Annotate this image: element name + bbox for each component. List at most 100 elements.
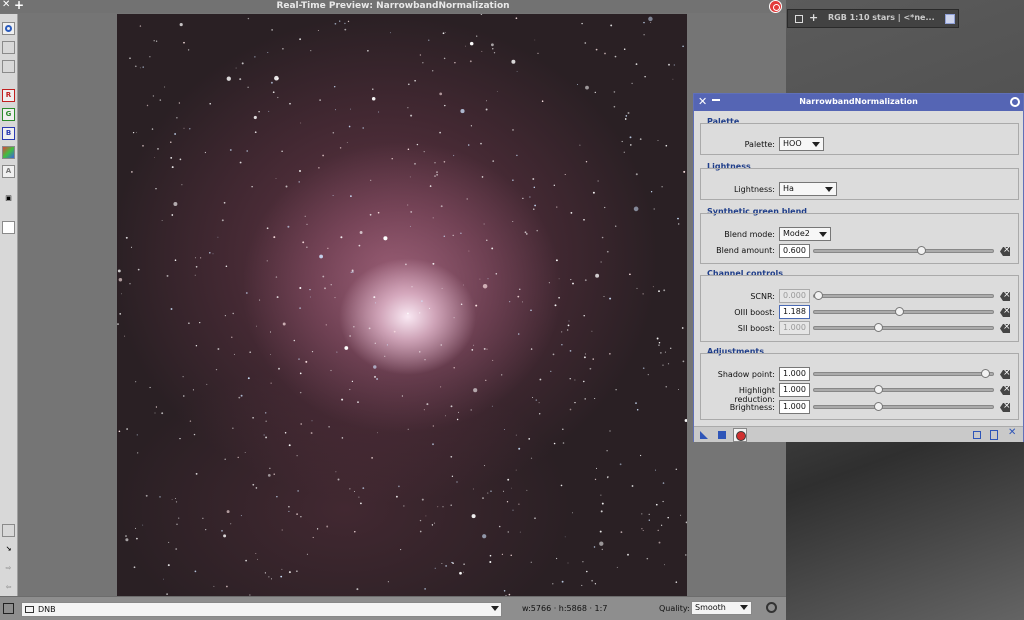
star xyxy=(489,561,492,563)
oiii-boost-field[interactable]: 1.188 xyxy=(779,305,810,319)
preview-title-bar[interactable]: ✕ + Real-Time Preview: NarrowbandNormali… xyxy=(0,0,786,13)
compare-icon[interactable] xyxy=(2,60,15,73)
star xyxy=(429,185,432,187)
browse-documentation-icon[interactable] xyxy=(973,431,981,439)
plus-icon[interactable]: + xyxy=(809,11,818,24)
star xyxy=(585,161,588,163)
star xyxy=(469,41,474,46)
close-window-icon[interactable] xyxy=(769,0,782,13)
oiii-boost-slider[interactable] xyxy=(813,307,994,316)
document-icon[interactable] xyxy=(990,430,998,440)
star xyxy=(432,443,434,446)
blend-amount-slider[interactable] xyxy=(813,246,994,255)
realtime-preview-icon[interactable] xyxy=(733,428,747,442)
star xyxy=(572,282,574,285)
star xyxy=(432,425,434,427)
star xyxy=(375,302,377,304)
star xyxy=(146,104,149,107)
window-icon[interactable] xyxy=(2,221,15,234)
arrow-left-icon[interactable]: ⇦ xyxy=(2,582,15,595)
red-channel-button[interactable]: R xyxy=(2,89,15,102)
zoom-fit-icon[interactable] xyxy=(2,524,15,537)
star xyxy=(252,416,254,419)
star xyxy=(439,131,441,134)
star xyxy=(155,406,157,408)
sii-boost-field[interactable]: 1.000 xyxy=(779,321,810,335)
star xyxy=(142,144,144,147)
star xyxy=(282,47,284,50)
blue-channel-button[interactable]: B xyxy=(2,127,15,140)
star xyxy=(221,219,224,222)
star xyxy=(665,144,668,147)
star xyxy=(548,282,550,284)
reset-all-icon[interactable] xyxy=(1008,427,1017,439)
slider-thumb[interactable] xyxy=(894,307,904,316)
star xyxy=(555,259,558,262)
blend-amount-field[interactable]: 0.600 xyxy=(779,244,810,258)
star xyxy=(306,246,308,248)
blend-mode-value: Mode2 xyxy=(783,229,810,238)
gear-icon[interactable] xyxy=(1010,97,1020,107)
narrowband-normalization-dialog: ✕ NarrowbandNormalization Palette Palett… xyxy=(693,93,1024,442)
scnr-field[interactable]: 0.000 xyxy=(779,289,810,303)
brightness-slider[interactable] xyxy=(813,402,994,411)
highlight-reduction-slider[interactable] xyxy=(813,385,994,394)
star xyxy=(142,524,144,526)
star xyxy=(231,336,233,338)
sii-boost-slider[interactable] xyxy=(813,323,994,332)
star xyxy=(281,568,283,570)
alpha-channel-button[interactable]: A xyxy=(2,165,15,178)
arrow-diagonal-icon[interactable]: ↘ xyxy=(2,544,15,557)
chevron-down-icon xyxy=(819,232,827,237)
dialog-title-bar[interactable]: ✕ NarrowbandNormalization xyxy=(694,94,1023,111)
fit-icon[interactable] xyxy=(3,603,14,614)
blend-mode-select[interactable]: Mode2 xyxy=(779,227,831,241)
star xyxy=(416,143,419,146)
star xyxy=(444,32,446,34)
preview-image[interactable] xyxy=(117,14,687,596)
restore-icon[interactable] xyxy=(795,15,803,23)
palette-select[interactable]: HOO xyxy=(779,137,824,151)
apply-global-icon[interactable] xyxy=(718,431,726,439)
arrow-right-icon[interactable]: ⇨ xyxy=(2,563,15,576)
star xyxy=(298,181,300,183)
star xyxy=(631,82,633,85)
lightness-select[interactable]: Ha xyxy=(779,182,837,196)
star xyxy=(530,561,532,563)
star xyxy=(125,538,129,542)
star xyxy=(459,571,462,575)
camera-icon[interactable]: ▣ xyxy=(2,193,15,206)
star xyxy=(594,398,596,399)
highlight-reduction-field[interactable]: 1.000 xyxy=(779,383,810,397)
shadow-point-slider[interactable] xyxy=(813,369,994,378)
slider-thumb[interactable] xyxy=(814,291,823,300)
view-selector[interactable]: DNB xyxy=(21,602,502,617)
scnr-slider[interactable] xyxy=(813,291,994,300)
slider-thumb[interactable] xyxy=(980,369,990,378)
star xyxy=(452,154,455,157)
new-instance-icon[interactable] xyxy=(700,431,708,439)
window-icon[interactable] xyxy=(945,14,955,24)
star xyxy=(434,175,436,177)
star xyxy=(153,39,155,42)
star xyxy=(456,418,459,421)
star xyxy=(556,206,558,208)
star xyxy=(515,434,517,436)
readout-icon[interactable] xyxy=(2,22,15,35)
rgb-channel-button[interactable] xyxy=(2,146,15,159)
star xyxy=(654,469,657,471)
star xyxy=(407,204,409,206)
shadow-point-field[interactable]: 1.000 xyxy=(779,367,810,381)
green-channel-button[interactable]: G xyxy=(2,108,15,121)
star xyxy=(161,220,163,222)
image-window-minimized[interactable]: + RGB 1:10 stars | <*ne... xyxy=(787,9,959,28)
star xyxy=(296,455,298,457)
gear-icon[interactable] xyxy=(766,602,777,613)
quality-select[interactable]: Smooth xyxy=(691,601,752,615)
brightness-field[interactable]: 1.000 xyxy=(779,400,810,414)
split-view-icon[interactable] xyxy=(2,41,15,54)
star xyxy=(620,531,623,533)
star xyxy=(465,45,466,47)
star xyxy=(483,223,485,225)
star xyxy=(583,356,586,359)
